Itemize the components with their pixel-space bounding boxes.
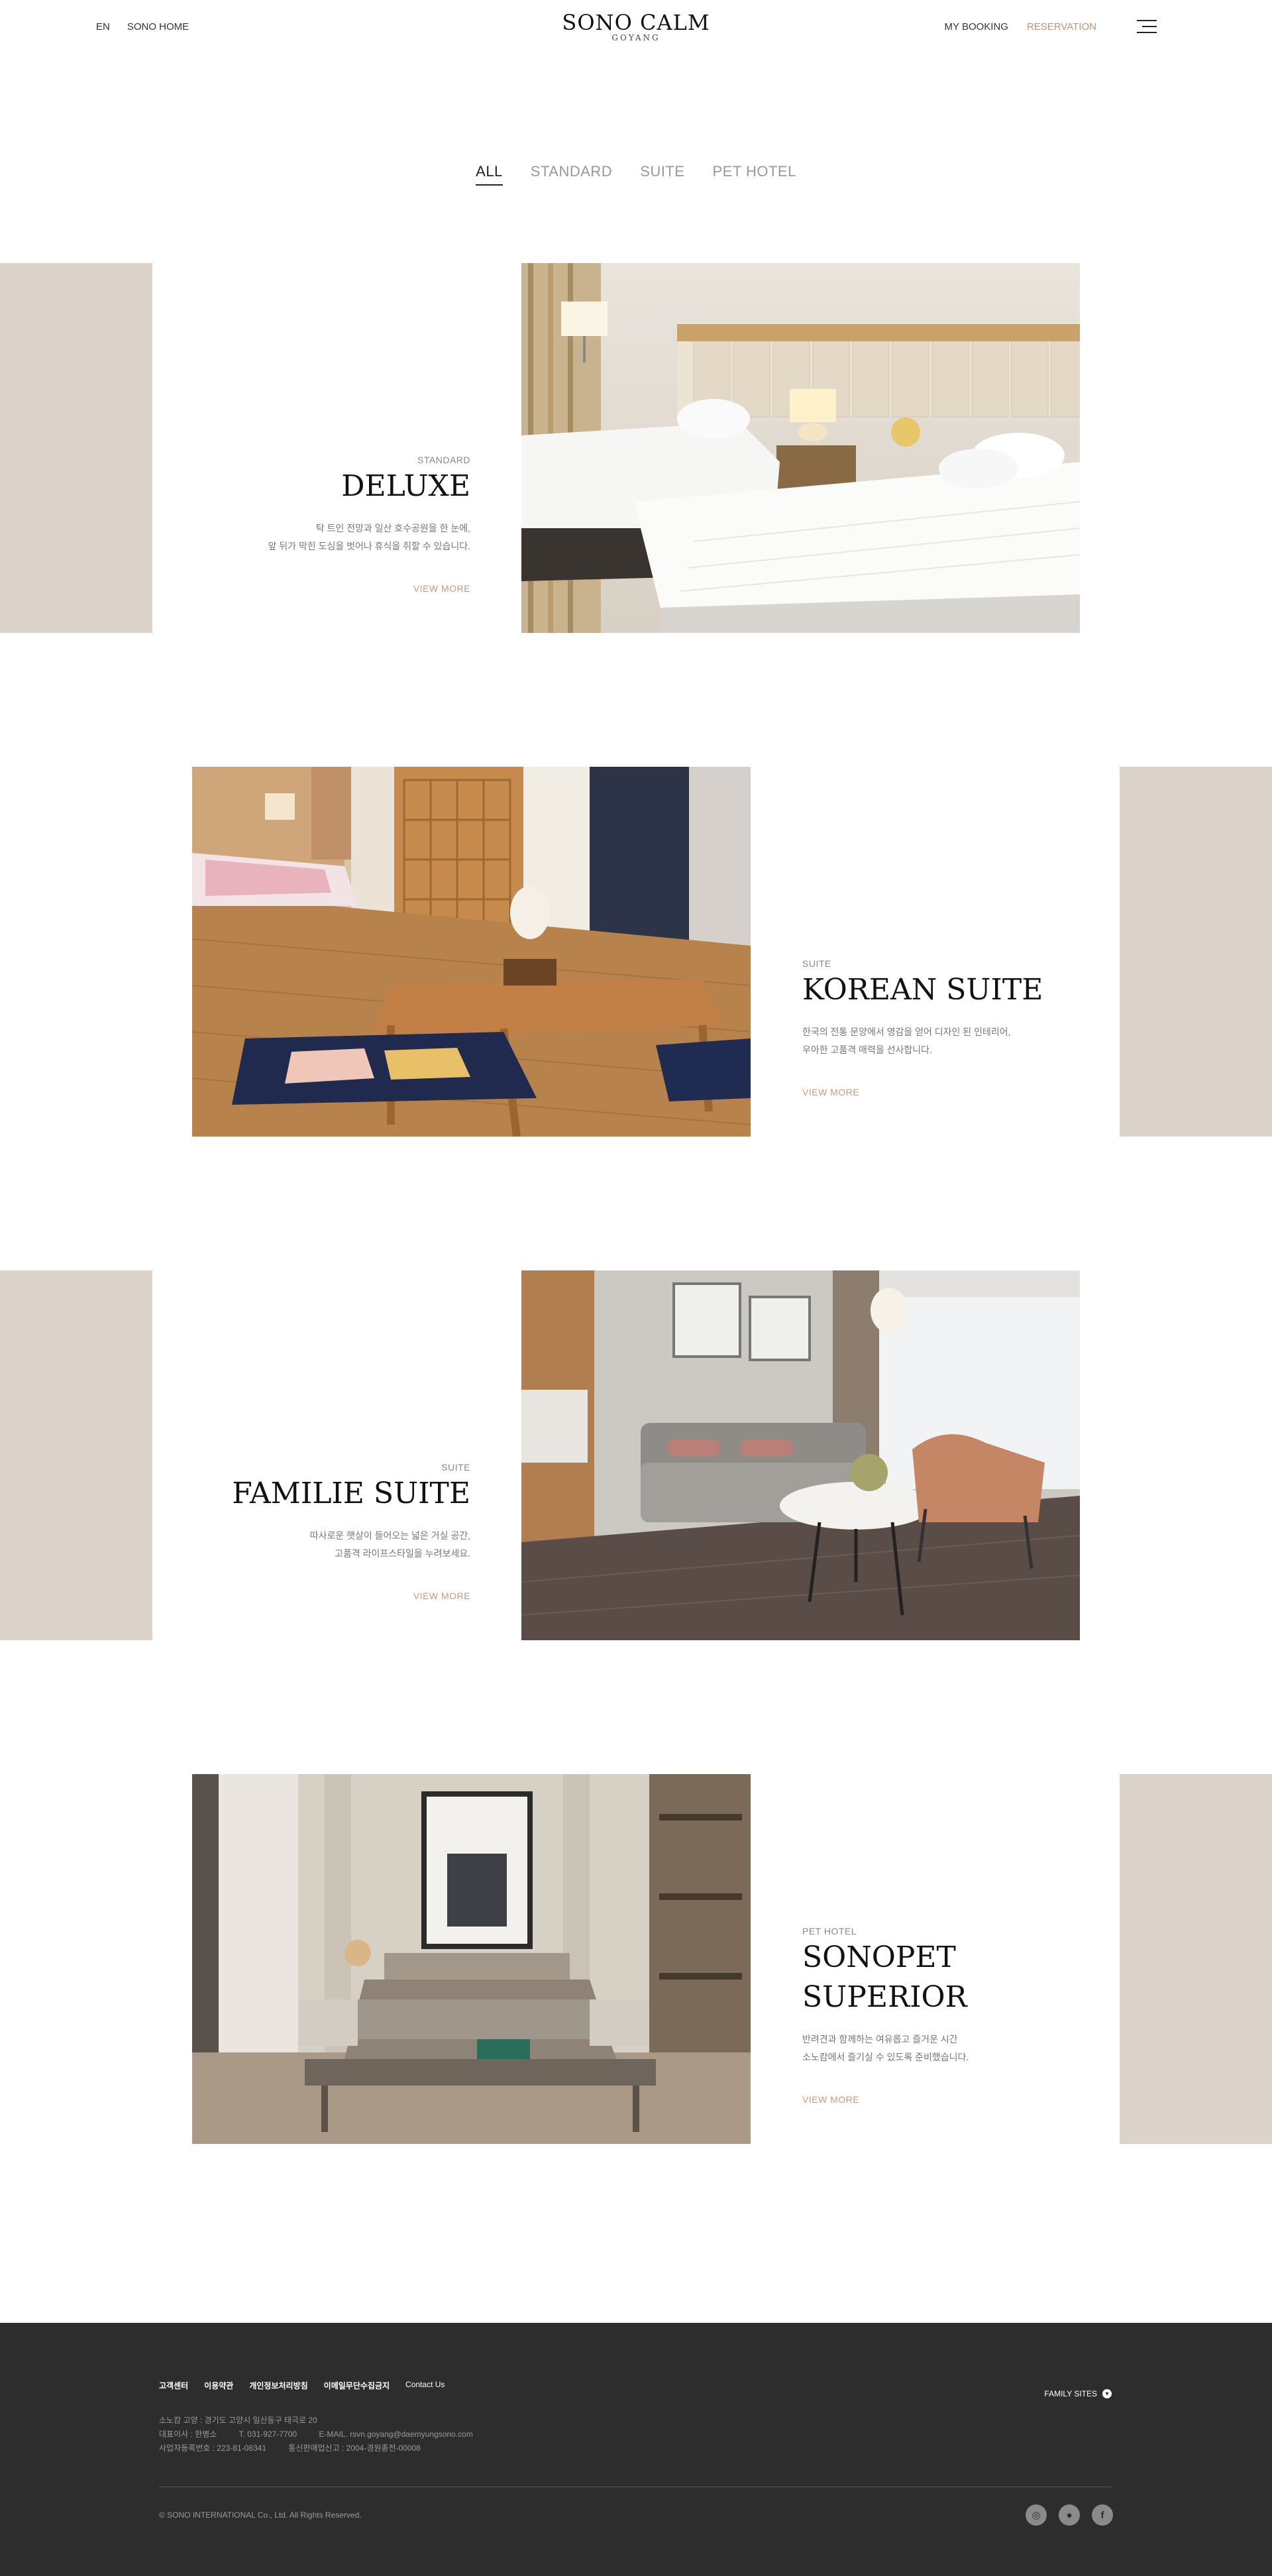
- room-card-deluxe: STANDARD DELUXE 탁 트인 전망과 일산 호수공원을 한 눈에, …: [225, 455, 471, 595]
- room-description: 한국의 전통 문양에서 영감을 얻어 디자인 된 인테리어, 우아한 고품격 매…: [802, 1027, 1011, 1055]
- chevron-down-icon: ▾: [1102, 2389, 1112, 2398]
- footer-link-privacy[interactable]: 개인정보처리방침: [249, 2380, 307, 2391]
- sono-home-link[interactable]: SONO HOME: [127, 21, 189, 32]
- room-description: 탁 트인 전망과 일산 호수공원을 한 눈에, 앞 뒤가 막힌 도심을 벗어나 …: [268, 523, 471, 551]
- footer-link-contact[interactable]: Contact Us: [405, 2380, 445, 2391]
- decor-block: [0, 263, 152, 633]
- ceo-text: 대표이사 : 한병소: [159, 2430, 217, 2439]
- room-category: STANDARD: [417, 455, 470, 465]
- site-footer: 고객센터 이용약관 개인정보처리방침 이메일무단수집금지 Contact Us …: [0, 2323, 1272, 2576]
- social-links: ◎ ● f: [1026, 2504, 1113, 2526]
- header-right-links: MY BOOKING RESERVATION: [945, 21, 1096, 32]
- mail-order-text: 통신판매업신고 : 2004-경원종전-00008: [288, 2443, 421, 2453]
- site-header: EN SONO HOME SONO CALM GOYANG MY BOOKING…: [0, 0, 1272, 56]
- address-text: 소노캄 고양 : 경기도 고양시 일산동구 태극로 20: [159, 2416, 317, 2425]
- decor-block: [1120, 1774, 1272, 2144]
- company-info: 소노캄 고양 : 경기도 고양시 일산동구 태극로 20 대표이사 : 한병소 …: [159, 2414, 493, 2455]
- room-category: PET HOTEL: [802, 1926, 857, 1936]
- decor-block: [1120, 767, 1272, 1137]
- decor-block: [0, 1270, 152, 1640]
- logo-subtext: GOYANG: [611, 33, 661, 42]
- room-photo-korean-suite[interactable]: [192, 767, 751, 1137]
- my-booking-link[interactable]: MY BOOKING: [945, 21, 1008, 32]
- reservation-link[interactable]: RESERVATION: [1027, 21, 1096, 32]
- room-title: KOREAN SUITE: [802, 973, 1043, 1007]
- site-logo[interactable]: SONO CALM GOYANG: [504, 9, 768, 42]
- room-card-sonopet-superior: PET HOTEL SONOPET SUPERIOR 반려견과 함께하는 여유롭…: [802, 1926, 1081, 2106]
- room-title: SONOPET SUPERIOR: [802, 1940, 967, 2014]
- room-photo-sonopet-superior[interactable]: [192, 1774, 751, 2144]
- family-sites-label: FAMILY SITES: [1044, 2389, 1097, 2398]
- room-card-korean-suite: SUITE KOREAN SUITE 한국의 전통 문양에서 영감을 얻어 디자…: [802, 958, 1081, 1099]
- room-photo-deluxe[interactable]: [521, 263, 1080, 633]
- kakaotalk-icon[interactable]: ●: [1059, 2504, 1080, 2526]
- instagram-icon[interactable]: ◎: [1026, 2504, 1047, 2526]
- room-filter-tabs: ALL STANDARD SUITE PET HOTEL: [0, 163, 1272, 186]
- copyright-text: © SONO INTERNATIONAL Co., Ltd. All Right…: [159, 2510, 362, 2520]
- room-description: 반려견과 함께하는 여유롭고 즐거운 시간 소노캄에서 즐기실 수 있도록 준비…: [802, 2034, 969, 2062]
- footer-link-email-policy[interactable]: 이메일무단수집금지: [324, 2380, 390, 2391]
- business-number-text: 사업자등록번호 : 223-81-08341: [159, 2443, 267, 2453]
- footer-link-customer-center[interactable]: 고객센터: [159, 2380, 188, 2391]
- view-more-link[interactable]: VIEW MORE: [413, 583, 470, 594]
- footer-link-terms[interactable]: 이용약관: [204, 2380, 233, 2391]
- room-title: FAMILIE SUITE: [232, 1477, 470, 1510]
- logo-text: SONO CALM: [562, 10, 710, 35]
- language-selector[interactable]: EN: [96, 21, 110, 32]
- room-photo-familie-suite[interactable]: [521, 1270, 1080, 1640]
- room-category: SUITE: [802, 958, 831, 969]
- room-title: DELUXE: [341, 469, 470, 503]
- room-card-familie-suite: SUITE FAMILIE SUITE 따사로운 햇살이 들어오는 넓은 거실 …: [225, 1462, 470, 1602]
- email-text: E-MAIL. rsvn.goyang@daemyungsono.com: [319, 2430, 473, 2439]
- room-description: 따사로운 햇살이 들어오는 넓은 거실 공간, 고품격 라이프스타일을 누려보세…: [309, 1530, 470, 1559]
- tab-all[interactable]: ALL: [476, 163, 503, 186]
- tab-standard[interactable]: STANDARD: [531, 163, 612, 186]
- view-more-link[interactable]: VIEW MORE: [802, 1087, 859, 1097]
- tab-pet-hotel[interactable]: PET HOTEL: [712, 163, 796, 186]
- footer-links: 고객센터 이용약관 개인정보처리방침 이메일무단수집금지 Contact Us: [159, 2380, 445, 2391]
- tab-suite[interactable]: SUITE: [640, 163, 684, 186]
- view-more-link[interactable]: VIEW MORE: [413, 1591, 470, 1601]
- phone-text: T. 031-927-7700: [238, 2430, 297, 2439]
- family-sites-button[interactable]: FAMILY SITES ▾: [1044, 2389, 1112, 2398]
- view-more-link[interactable]: VIEW MORE: [802, 2094, 859, 2105]
- room-category: SUITE: [441, 1462, 470, 1473]
- header-left-links: EN SONO HOME: [96, 21, 189, 32]
- facebook-icon[interactable]: f: [1092, 2504, 1113, 2526]
- hamburger-menu-icon[interactable]: [1137, 19, 1157, 34]
